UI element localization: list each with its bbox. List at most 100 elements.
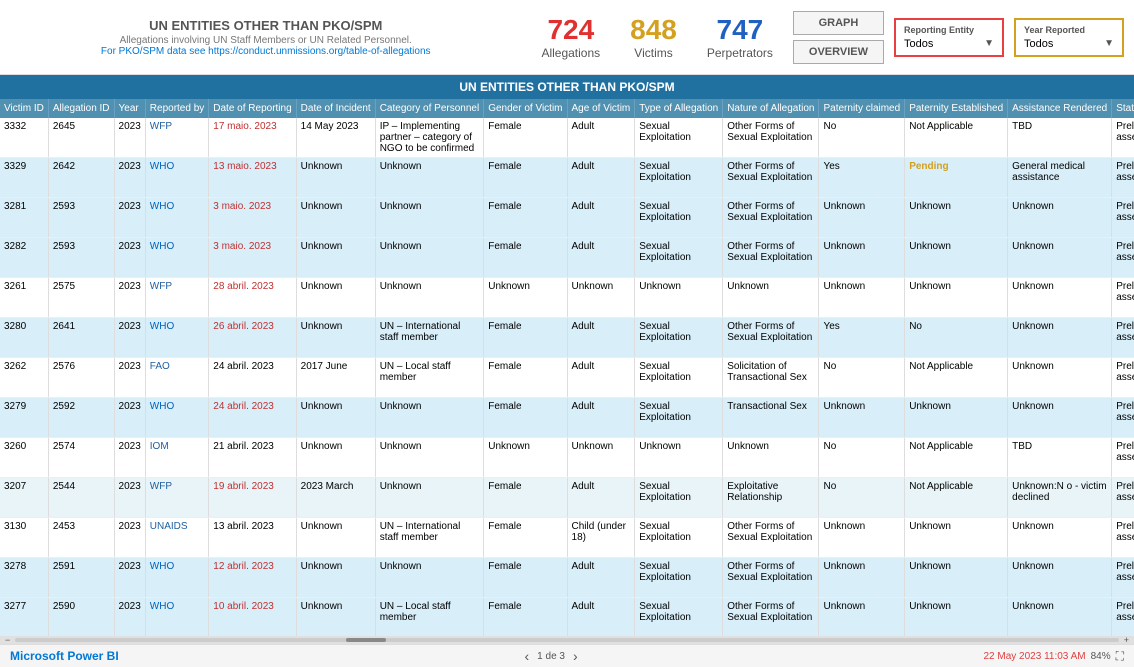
col-header-8[interactable]: Age of Victim bbox=[567, 99, 635, 118]
table-cell: 2023 bbox=[114, 198, 145, 238]
page-title: UN ENTITIES OTHER THAN PKO/SPM bbox=[10, 18, 521, 33]
table-cell: Preliminary assessment bbox=[1112, 318, 1134, 358]
reporting-entity-label: Reporting Entity bbox=[904, 25, 994, 35]
col-header-5[interactable]: Date of Incident bbox=[296, 99, 375, 118]
table-cell: Unknown bbox=[296, 238, 375, 278]
table-cell: 2645 bbox=[48, 118, 114, 158]
table-cell: 3329 bbox=[0, 158, 48, 198]
col-header-14[interactable]: Status of Investigation bbox=[1112, 99, 1134, 118]
table-cell: UN – Local staff member bbox=[375, 358, 484, 398]
table-row[interactable]: 326025742023IOM21 abril. 2023UnknownUnkn… bbox=[0, 438, 1134, 478]
scroll-plus[interactable]: + bbox=[1124, 635, 1129, 644]
table-row[interactable]: 313024532023UNAIDS13 abril. 2023UnknownU… bbox=[0, 518, 1134, 558]
scrollbar-thumb[interactable] bbox=[346, 638, 386, 642]
table-cell: Preliminary assessment bbox=[1112, 238, 1134, 278]
table-cell: 2023 bbox=[114, 158, 145, 198]
col-header-3[interactable]: Reported by bbox=[145, 99, 208, 118]
table-cell: Unknown bbox=[296, 558, 375, 598]
col-header-12[interactable]: Paternity Established bbox=[905, 99, 1008, 118]
table-cell: General medical assistance bbox=[1008, 158, 1112, 198]
col-header-4[interactable]: Date of Reporting bbox=[209, 99, 296, 118]
table-row[interactable]: 326225762023FAO24 abril. 20232017 JuneUN… bbox=[0, 358, 1134, 398]
table-cell: 21 abril. 2023 bbox=[209, 438, 296, 478]
scroll-minus[interactable]: − bbox=[5, 635, 10, 644]
col-header-1[interactable]: Allegation ID bbox=[48, 99, 114, 118]
table-cell: 2023 bbox=[114, 398, 145, 438]
table-cell: No bbox=[819, 358, 905, 398]
table-cell: 3207 bbox=[0, 478, 48, 518]
table-row[interactable]: 328225932023WHO3 maio. 2023UnknownUnknow… bbox=[0, 238, 1134, 278]
table-cell: 2592 bbox=[48, 398, 114, 438]
table-cell: Adult bbox=[567, 558, 635, 598]
table-cell: Not Applicable bbox=[905, 478, 1008, 518]
table-cell: 2023 bbox=[114, 558, 145, 598]
table-cell: Adult bbox=[567, 358, 635, 398]
expand-icon[interactable]: ⛶ bbox=[1116, 649, 1124, 664]
table-cell: Preliminary assessment bbox=[1112, 198, 1134, 238]
year-reported-label: Year Reported bbox=[1024, 25, 1114, 35]
table-cell: Unknown bbox=[819, 598, 905, 637]
table-cell: Unknown bbox=[723, 438, 819, 478]
col-header-2[interactable]: Year bbox=[114, 99, 145, 118]
table-cell: 2023 March bbox=[296, 478, 375, 518]
reporting-entity-filter[interactable]: Reporting Entity Todos ▼ bbox=[894, 18, 1004, 57]
table-row[interactable]: 333226452023WFP17 maio. 202314 May 2023I… bbox=[0, 118, 1134, 158]
table-cell: Other Forms of Sexual Exploitation bbox=[723, 598, 819, 637]
table-cell: Adult bbox=[567, 318, 635, 358]
table-cell: Unknown bbox=[375, 198, 484, 238]
table-cell: Unknown bbox=[723, 278, 819, 318]
table-cell: Unknown bbox=[905, 398, 1008, 438]
zoom-level: 84% bbox=[1091, 651, 1111, 662]
table-cell: Unknown bbox=[819, 398, 905, 438]
table-cell: Unknown bbox=[635, 438, 723, 478]
table-cell: 3280 bbox=[0, 318, 48, 358]
graph-button[interactable]: GRAPH bbox=[793, 11, 884, 35]
table-cell: 3277 bbox=[0, 598, 48, 637]
pagination: ‹ 1 de 3 › bbox=[525, 648, 578, 664]
col-header-11[interactable]: Paternity claimed bbox=[819, 99, 905, 118]
table-cell: Unknown bbox=[635, 278, 723, 318]
table-cell: UNAIDS bbox=[145, 518, 208, 558]
table-cell: 13 abril. 2023 bbox=[209, 518, 296, 558]
table-cell: No bbox=[819, 438, 905, 478]
table-cell: 3 maio. 2023 bbox=[209, 238, 296, 278]
table-row[interactable]: 328125932023WHO3 maio. 2023UnknownUnknow… bbox=[0, 198, 1134, 238]
page-next-btn[interactable]: › bbox=[573, 648, 578, 664]
table-cell: Other Forms of Sexual Exploitation bbox=[723, 198, 819, 238]
table-cell: Unknown bbox=[905, 558, 1008, 598]
table-cell: Sexual Exploitation bbox=[635, 518, 723, 558]
victims-label: Victims bbox=[630, 46, 677, 60]
col-header-10[interactable]: Nature of Allegation bbox=[723, 99, 819, 118]
table-cell: Child (under 18) bbox=[567, 518, 635, 558]
overview-button[interactable]: OVERVIEW bbox=[793, 40, 884, 64]
table-row[interactable]: 327725902023WHO10 abril. 2023UnknownUN –… bbox=[0, 598, 1134, 637]
scrollbar-row[interactable]: − + bbox=[0, 636, 1134, 644]
table-cell: Unknown bbox=[296, 398, 375, 438]
table-cell: Sexual Exploitation bbox=[635, 558, 723, 598]
table-cell: Other Forms of Sexual Exploitation bbox=[723, 318, 819, 358]
table-cell: Unknown bbox=[905, 598, 1008, 637]
table-cell: Adult bbox=[567, 598, 635, 637]
col-header-9[interactable]: Type of Allegation bbox=[635, 99, 723, 118]
table-cell: Female bbox=[484, 318, 567, 358]
col-header-7[interactable]: Gender of Victim bbox=[484, 99, 567, 118]
col-header-13[interactable]: Assistance Rendered bbox=[1008, 99, 1112, 118]
table-row[interactable]: 332926422023WHO13 maio. 2023UnknownUnkno… bbox=[0, 158, 1134, 198]
year-reported-filter[interactable]: Year Reported Todos ▼ bbox=[1014, 18, 1124, 57]
col-header-0[interactable]: Victim ID bbox=[0, 99, 48, 118]
table-cell: 2017 June bbox=[296, 358, 375, 398]
table-row[interactable]: 327825912023WHO12 abril. 2023UnknownUnkn… bbox=[0, 558, 1134, 598]
table-row[interactable]: 326125752023WFP28 abril. 2023UnknownUnkn… bbox=[0, 278, 1134, 318]
scrollbar-track[interactable] bbox=[15, 638, 1118, 642]
page-prev-btn[interactable]: ‹ bbox=[525, 648, 530, 664]
table-cell: Unknown:N o - victim declined bbox=[1008, 478, 1112, 518]
table-cell: Sexual Exploitation bbox=[635, 318, 723, 358]
perpetrators-label: Perpetrators bbox=[707, 46, 773, 60]
table-row[interactable]: 320725442023WFP19 abril. 20232023 MarchU… bbox=[0, 478, 1134, 518]
table-cell: Unknown bbox=[375, 478, 484, 518]
table-row[interactable]: 328026412023WHO26 abril. 2023UnknownUN –… bbox=[0, 318, 1134, 358]
powerbi-label[interactable]: Microsoft Power BI bbox=[10, 649, 119, 663]
col-header-6[interactable]: Category of Personnel bbox=[375, 99, 484, 118]
table-cell: Preliminary assessment bbox=[1112, 118, 1134, 158]
table-row[interactable]: 327925922023WHO24 abril. 2023UnknownUnkn… bbox=[0, 398, 1134, 438]
